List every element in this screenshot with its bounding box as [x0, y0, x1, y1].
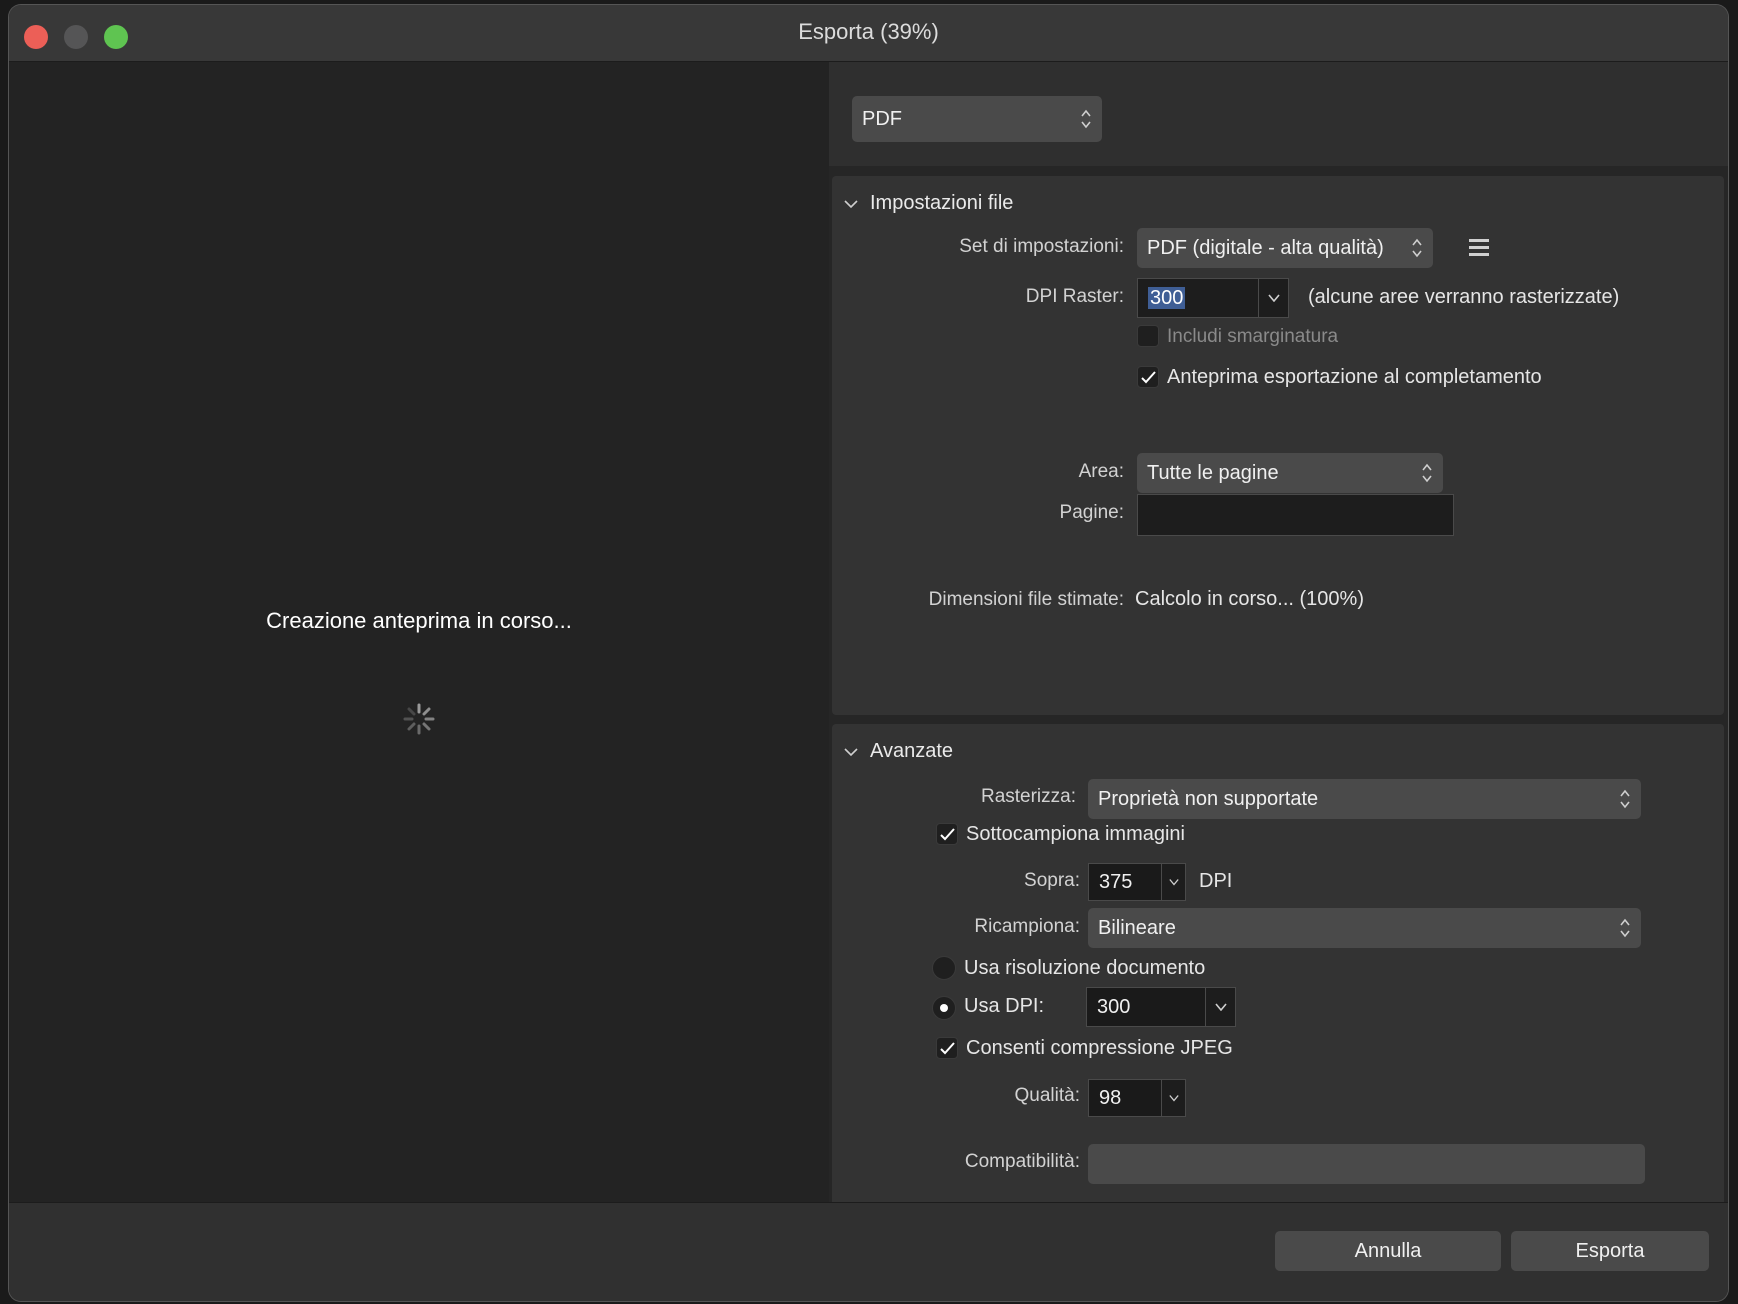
- jpeg-compression-label: Consenti compressione JPEG: [966, 1037, 1233, 1059]
- up-down-arrows-icon: [1422, 463, 1432, 483]
- chevron-down-icon: [1168, 879, 1179, 886]
- file-settings-header[interactable]: Impostazioni file: [844, 192, 1013, 215]
- quality-dropdown[interactable]: [1161, 1079, 1186, 1117]
- chevron-down-icon: [844, 748, 858, 756]
- raster-dpi-note: (alcune aree verranno rasterizzate): [1308, 286, 1620, 308]
- checkmark-icon: [1141, 371, 1156, 384]
- area-select-value: Tutte le pagine: [1147, 462, 1279, 484]
- estimated-size-value: Calcolo in corso... (100%): [1135, 588, 1364, 610]
- up-down-arrows-icon: [1412, 238, 1422, 258]
- rasterize-select[interactable]: Proprietà non supportate: [1088, 779, 1641, 819]
- advanced-title: Avanzate: [870, 740, 954, 762]
- advanced-panel: Avanzate Rasterizza: Proprietà non suppo…: [832, 724, 1724, 1202]
- quality-label: Qualità:: [1014, 1085, 1080, 1106]
- use-dpi-value: 300: [1097, 996, 1131, 1018]
- window-title: Esporta (39%): [798, 19, 939, 44]
- above-unit: DPI: [1199, 870, 1233, 892]
- preset-label: Set di impostazioni:: [959, 236, 1124, 257]
- jpeg-compression-checkbox[interactable]: [936, 1037, 958, 1059]
- include-bleed-label: Includi smarginatura: [1167, 326, 1339, 347]
- raster-dpi-input[interactable]: 300: [1137, 278, 1259, 318]
- resample-label: Ricampiona:: [974, 916, 1080, 937]
- use-document-resolution-radio[interactable]: [932, 956, 956, 980]
- chevron-down-icon: [844, 200, 858, 208]
- checkmark-icon: [940, 1042, 955, 1055]
- format-bar: PDF: [829, 62, 1728, 166]
- quality-value: 98: [1099, 1087, 1122, 1109]
- use-dpi-dropdown[interactable]: [1205, 987, 1236, 1027]
- rasterize-select-value: Proprietà non supportate: [1098, 788, 1319, 810]
- quality-input[interactable]: 98: [1088, 1079, 1162, 1117]
- advanced-header[interactable]: Avanzate: [844, 740, 953, 763]
- export-dialog: Esporta (39%) Creazione anteprima in cor…: [9, 5, 1728, 1301]
- downsample-checkbox[interactable]: [936, 823, 958, 845]
- above-input[interactable]: 375: [1088, 863, 1162, 901]
- format-select-value: PDF: [862, 108, 902, 130]
- preview-status-text: Creazione anteprima in corso...: [266, 608, 572, 633]
- menu-icon[interactable]: [1469, 239, 1489, 257]
- pages-label: Pagine:: [1059, 502, 1124, 523]
- use-dpi-radio[interactable]: [932, 996, 956, 1020]
- downsample-label: Sottocampiona immagini: [966, 823, 1185, 845]
- preview-pane: Creazione anteprima in corso...: [9, 62, 829, 1202]
- above-value: 375: [1099, 871, 1133, 893]
- use-dpi-input[interactable]: 300: [1086, 987, 1206, 1027]
- compatibility-label: Compatibilità:: [964, 1151, 1080, 1172]
- include-bleed-checkbox[interactable]: [1137, 325, 1159, 347]
- preview-on-complete-label: Anteprima esportazione al completamento: [1167, 366, 1542, 388]
- area-label: Area:: [1078, 461, 1124, 482]
- raster-dpi-value: 300: [1148, 287, 1186, 309]
- chevron-down-icon: [1267, 294, 1280, 302]
- pages-input[interactable]: [1137, 494, 1454, 536]
- above-dropdown[interactable]: [1161, 863, 1186, 901]
- dialog-footer: Annulla Esporta: [9, 1202, 1728, 1301]
- estimated-size-label: Dimensioni file stimate:: [928, 589, 1124, 610]
- raster-dpi-label: DPI Raster:: [1025, 286, 1124, 307]
- compatibility-select[interactable]: [1088, 1144, 1645, 1184]
- preview-on-complete-checkbox[interactable]: [1137, 366, 1159, 388]
- above-label: Sopra:: [1024, 870, 1080, 891]
- resample-select[interactable]: Bilineare: [1088, 908, 1641, 948]
- chevron-down-icon: [1168, 1095, 1179, 1102]
- settings-pane: PDF Impostazioni file Set di impostazion…: [829, 62, 1728, 1202]
- use-dpi-label: Usa DPI:: [964, 995, 1045, 1017]
- resample-select-value: Bilineare: [1098, 917, 1176, 939]
- up-down-arrows-icon: [1081, 109, 1091, 129]
- file-settings-panel: Impostazioni file Set di impostazioni: P…: [832, 176, 1724, 715]
- preset-select-value: PDF (digitale - alta qualità): [1147, 237, 1384, 259]
- chevron-down-icon: [1214, 1003, 1227, 1011]
- format-select[interactable]: PDF: [852, 96, 1102, 142]
- rasterize-label: Rasterizza:: [980, 786, 1076, 807]
- file-settings-title: Impostazioni file: [870, 192, 1014, 214]
- checkmark-icon: [940, 828, 955, 841]
- export-button[interactable]: Esporta: [1511, 1231, 1709, 1271]
- up-down-arrows-icon: [1620, 918, 1630, 938]
- area-select[interactable]: Tutte le pagine: [1137, 453, 1443, 493]
- cancel-button[interactable]: Annulla: [1275, 1231, 1501, 1271]
- use-document-resolution-label: Usa risoluzione documento: [964, 957, 1206, 979]
- title-bar: Esporta (39%): [9, 5, 1728, 62]
- spinner-icon: [403, 703, 435, 735]
- preset-select[interactable]: PDF (digitale - alta qualità): [1137, 228, 1433, 268]
- raster-dpi-dropdown[interactable]: [1258, 278, 1289, 318]
- up-down-arrows-icon: [1620, 789, 1630, 809]
